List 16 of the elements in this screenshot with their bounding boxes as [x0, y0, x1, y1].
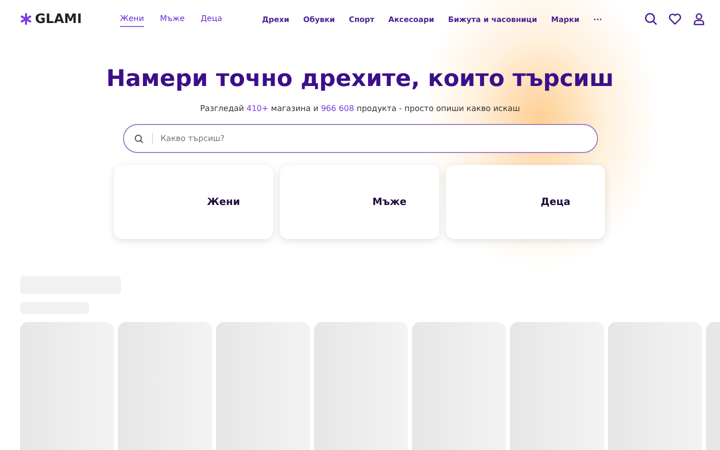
hero-subtitle: Разгледай 410+ магазина и 966 608 продукта - просто опиши какво искаш	[199, 104, 521, 113]
search-icon	[134, 134, 144, 144]
hero-title: Намери точно дрехите, които търсиш	[105, 66, 615, 92]
gender-tab[interactable]: Деца	[200, 11, 222, 27]
user-icon[interactable]	[692, 12, 706, 26]
search-input[interactable]: Какво търсиш?	[152, 133, 586, 144]
gender-tab[interactable]: Мъже	[160, 11, 185, 27]
heart-icon[interactable]	[668, 12, 682, 26]
gender-tab[interactable]: Жени	[120, 11, 144, 27]
logo-text[interactable]: GLAMI	[35, 12, 82, 26]
category-card[interactable]: Жени	[114, 165, 273, 239]
search-bar[interactable]: Какво търсиш?	[122, 124, 598, 153]
search-icon[interactable]	[644, 12, 658, 26]
category-card[interactable]: Деца	[446, 165, 605, 239]
asterisk-logo-icon	[20, 13, 32, 25]
category-card[interactable]: Мъже	[280, 165, 439, 239]
